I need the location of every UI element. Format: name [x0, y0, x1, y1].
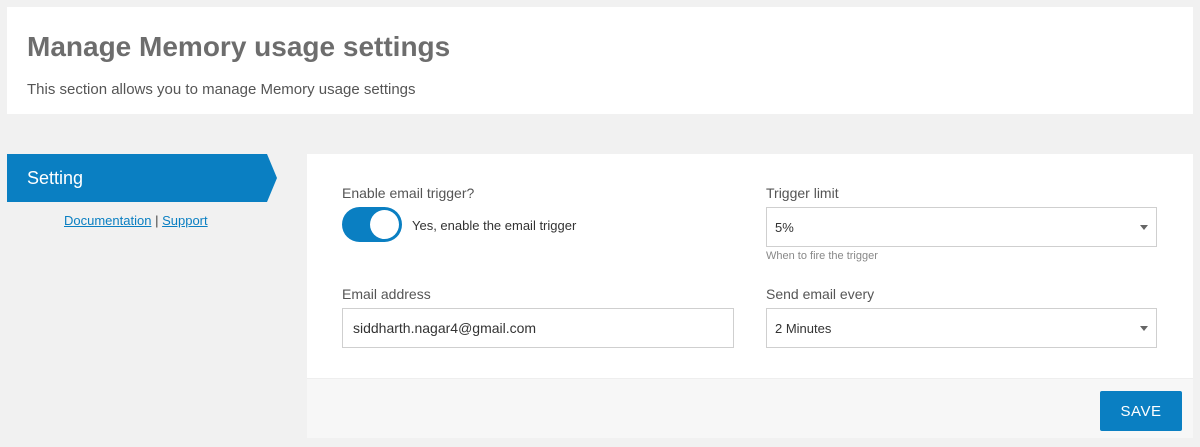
page-header: Manage Memory usage settings This sectio… [7, 7, 1193, 114]
save-button[interactable]: SAVE [1100, 391, 1182, 431]
send-every-select[interactable]: 2 Minutes [766, 308, 1157, 348]
trigger-limit-select[interactable]: 5% [766, 207, 1157, 247]
trigger-limit-value: 5% [775, 219, 794, 235]
documentation-link[interactable]: Documentation [64, 213, 151, 228]
panel-footer: SAVE [307, 378, 1193, 438]
trigger-limit-label: Trigger limit [766, 185, 839, 201]
email-address-label: Email address [342, 286, 431, 302]
page-subtitle: This section allows you to manage Memory… [27, 81, 416, 98]
link-separator: | [155, 213, 159, 228]
chevron-down-icon [1140, 225, 1148, 230]
email-address-value: siddharth.nagar4@gmail.com [353, 320, 537, 336]
email-trigger-toggle[interactable] [342, 207, 402, 242]
tab-setting[interactable]: Setting [7, 154, 277, 202]
help-links: Documentation | Support [64, 213, 208, 228]
send-every-value: 2 Minutes [775, 320, 832, 336]
chevron-down-icon [1140, 326, 1148, 331]
email-trigger-label: Enable email trigger? [342, 185, 475, 201]
email-trigger-toggle-text: Yes, enable the email trigger [412, 218, 577, 233]
page-title: Manage Memory usage settings [27, 31, 451, 62]
toggle-knob [370, 210, 399, 239]
email-address-input[interactable]: siddharth.nagar4@gmail.com [342, 308, 734, 348]
trigger-limit-help: When to fire the trigger [766, 250, 878, 262]
send-every-label: Send email every [766, 286, 875, 302]
settings-panel: Enable email trigger? Yes, enable the em… [307, 154, 1193, 438]
support-link[interactable]: Support [162, 213, 208, 228]
